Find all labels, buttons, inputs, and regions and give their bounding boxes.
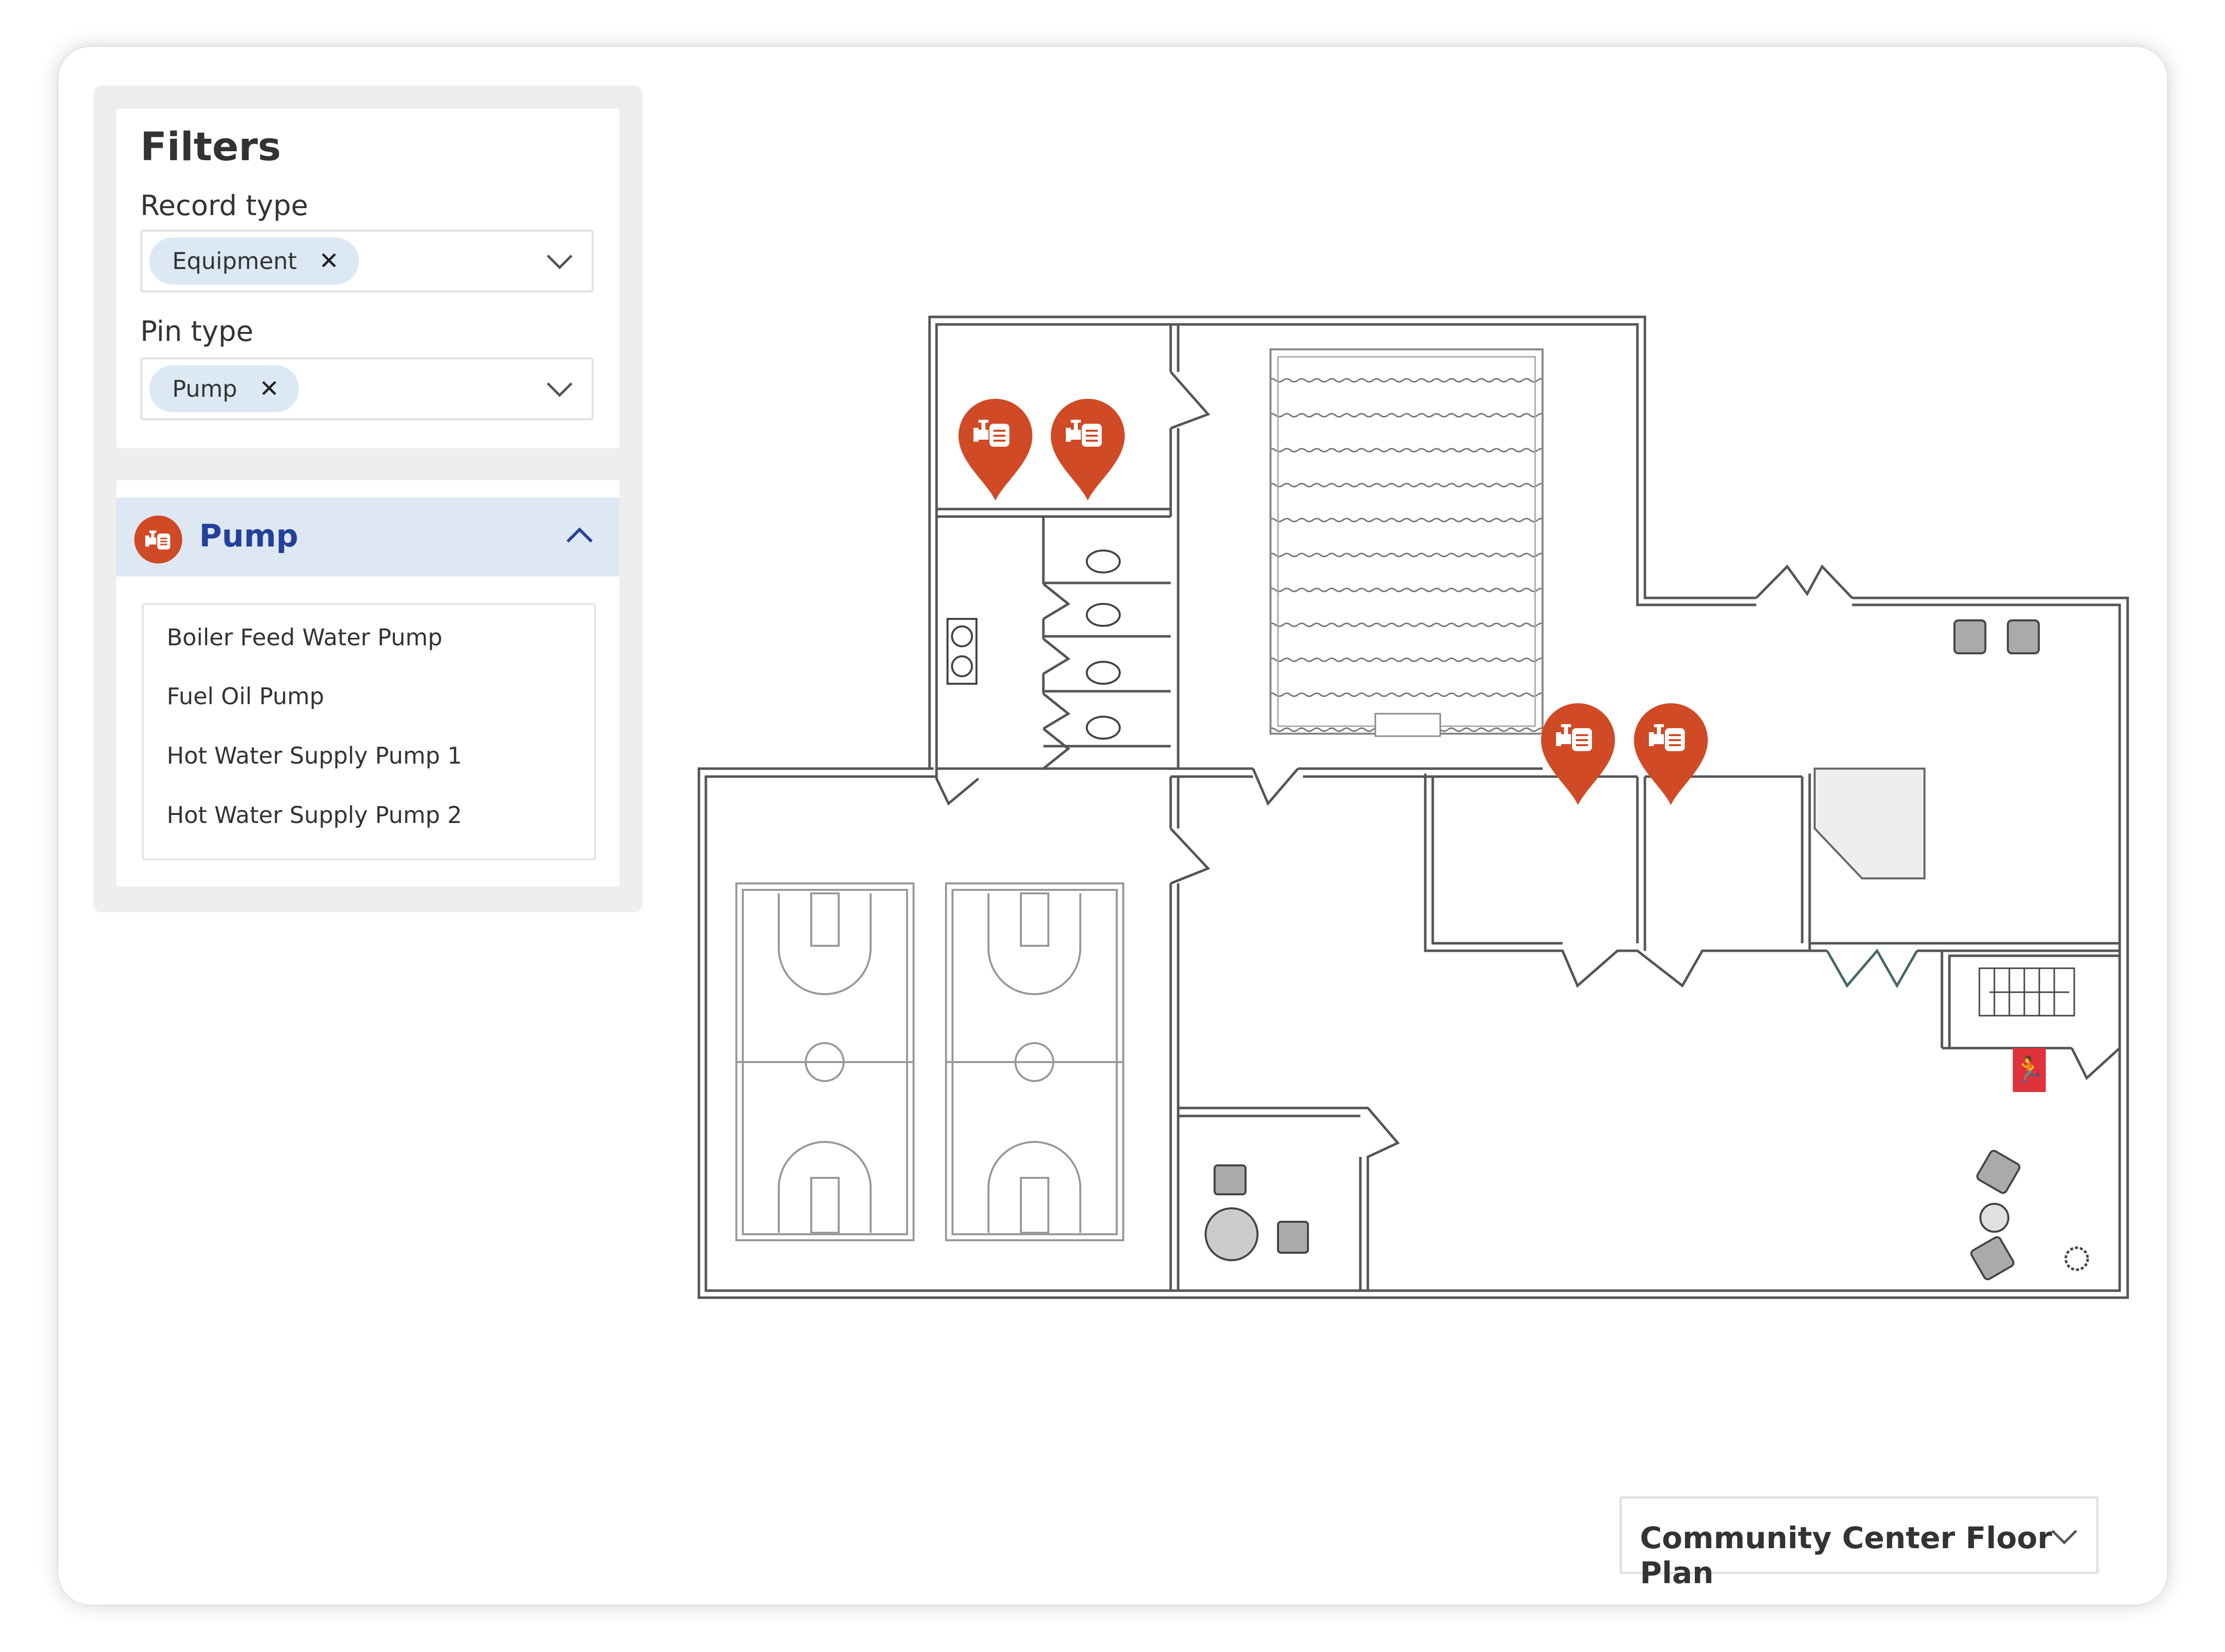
floor-plan-select-label: Community Center Floor Plan xyxy=(1640,1521,2052,1591)
pump-pin-icon[interactable] xyxy=(956,397,1034,502)
pump-pin-icon[interactable] xyxy=(1049,397,1127,502)
chevron-down-icon[interactable] xyxy=(2049,1527,2079,1547)
pump-pin-icon[interactable] xyxy=(1539,701,1617,806)
svg-text:🏃: 🏃 xyxy=(2014,1055,2045,1084)
floor-plan-map[interactable]: 🏃 xyxy=(0,0,2225,1652)
plant-icon xyxy=(2064,1246,2089,1271)
pump-pin-icon[interactable] xyxy=(1632,701,1710,806)
floor-plan-select[interactable]: Community Center Floor Plan xyxy=(1619,1496,2099,1591)
